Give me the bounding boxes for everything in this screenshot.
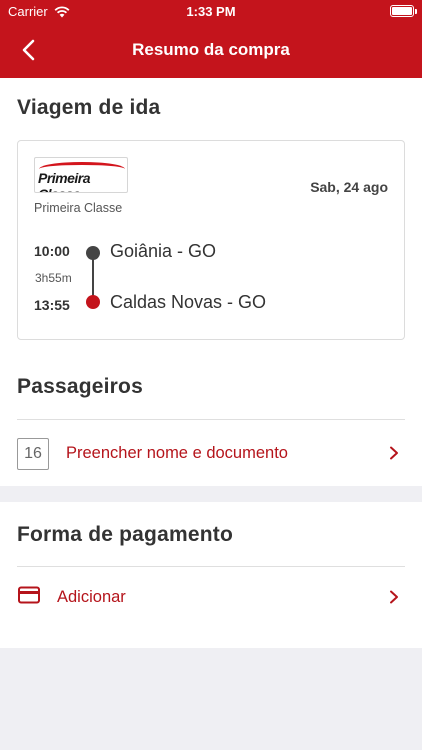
page-title: Resumo da compra bbox=[132, 40, 290, 59]
chevron-right-icon bbox=[390, 590, 398, 604]
add-payment-row[interactable]: Adicionar bbox=[0, 564, 422, 628]
clock: 1:33 PM bbox=[186, 4, 236, 19]
destination-dot bbox=[86, 295, 100, 309]
trip-duration: 3h55m bbox=[35, 271, 72, 285]
add-payment-label: Adicionar bbox=[57, 588, 126, 606]
seat-number-badge: 16 bbox=[17, 438, 49, 470]
navigation-bar: Resumo da compra bbox=[0, 30, 422, 70]
departure-time: 10:00 bbox=[34, 243, 70, 259]
fill-passenger-row[interactable]: 16 Preencher nome e documento bbox=[0, 420, 422, 484]
status-bar: Carrier 1:33 PM bbox=[0, 0, 422, 22]
trip-heading: Viagem de ida bbox=[17, 96, 161, 119]
passengers-heading: Passageiros bbox=[17, 375, 143, 398]
route-line bbox=[92, 259, 94, 297]
trip-date: Sab, 24 ago bbox=[310, 179, 388, 195]
company-logo: Primeira Classe bbox=[34, 157, 128, 193]
top-bar: Carrier 1:33 PM Resumo da compra bbox=[0, 0, 422, 78]
origin-dot bbox=[86, 246, 100, 260]
credit-card-icon bbox=[18, 586, 40, 604]
battery-icon bbox=[390, 5, 417, 17]
company-name: Primeira Classe bbox=[34, 201, 123, 215]
fill-passenger-label: Preencher nome e documento bbox=[66, 444, 288, 462]
trip-and-passengers-card: Viagem de ida Primeira Classe Primeira C… bbox=[0, 78, 422, 486]
payment-heading: Forma de pagamento bbox=[17, 523, 233, 546]
logo-text: Primeira Classe bbox=[38, 170, 91, 192]
origin-city: Goiânia - GO bbox=[110, 241, 217, 261]
chevron-right-icon bbox=[390, 446, 398, 460]
arrival-time: 13:55 bbox=[34, 297, 70, 313]
destination-city: Caldas Novas - GO bbox=[110, 292, 267, 312]
trip-card: Primeira Classe Primeira Classe Sab, 24 … bbox=[17, 140, 405, 340]
payment-card: Forma de pagamento Adicionar bbox=[0, 502, 422, 648]
